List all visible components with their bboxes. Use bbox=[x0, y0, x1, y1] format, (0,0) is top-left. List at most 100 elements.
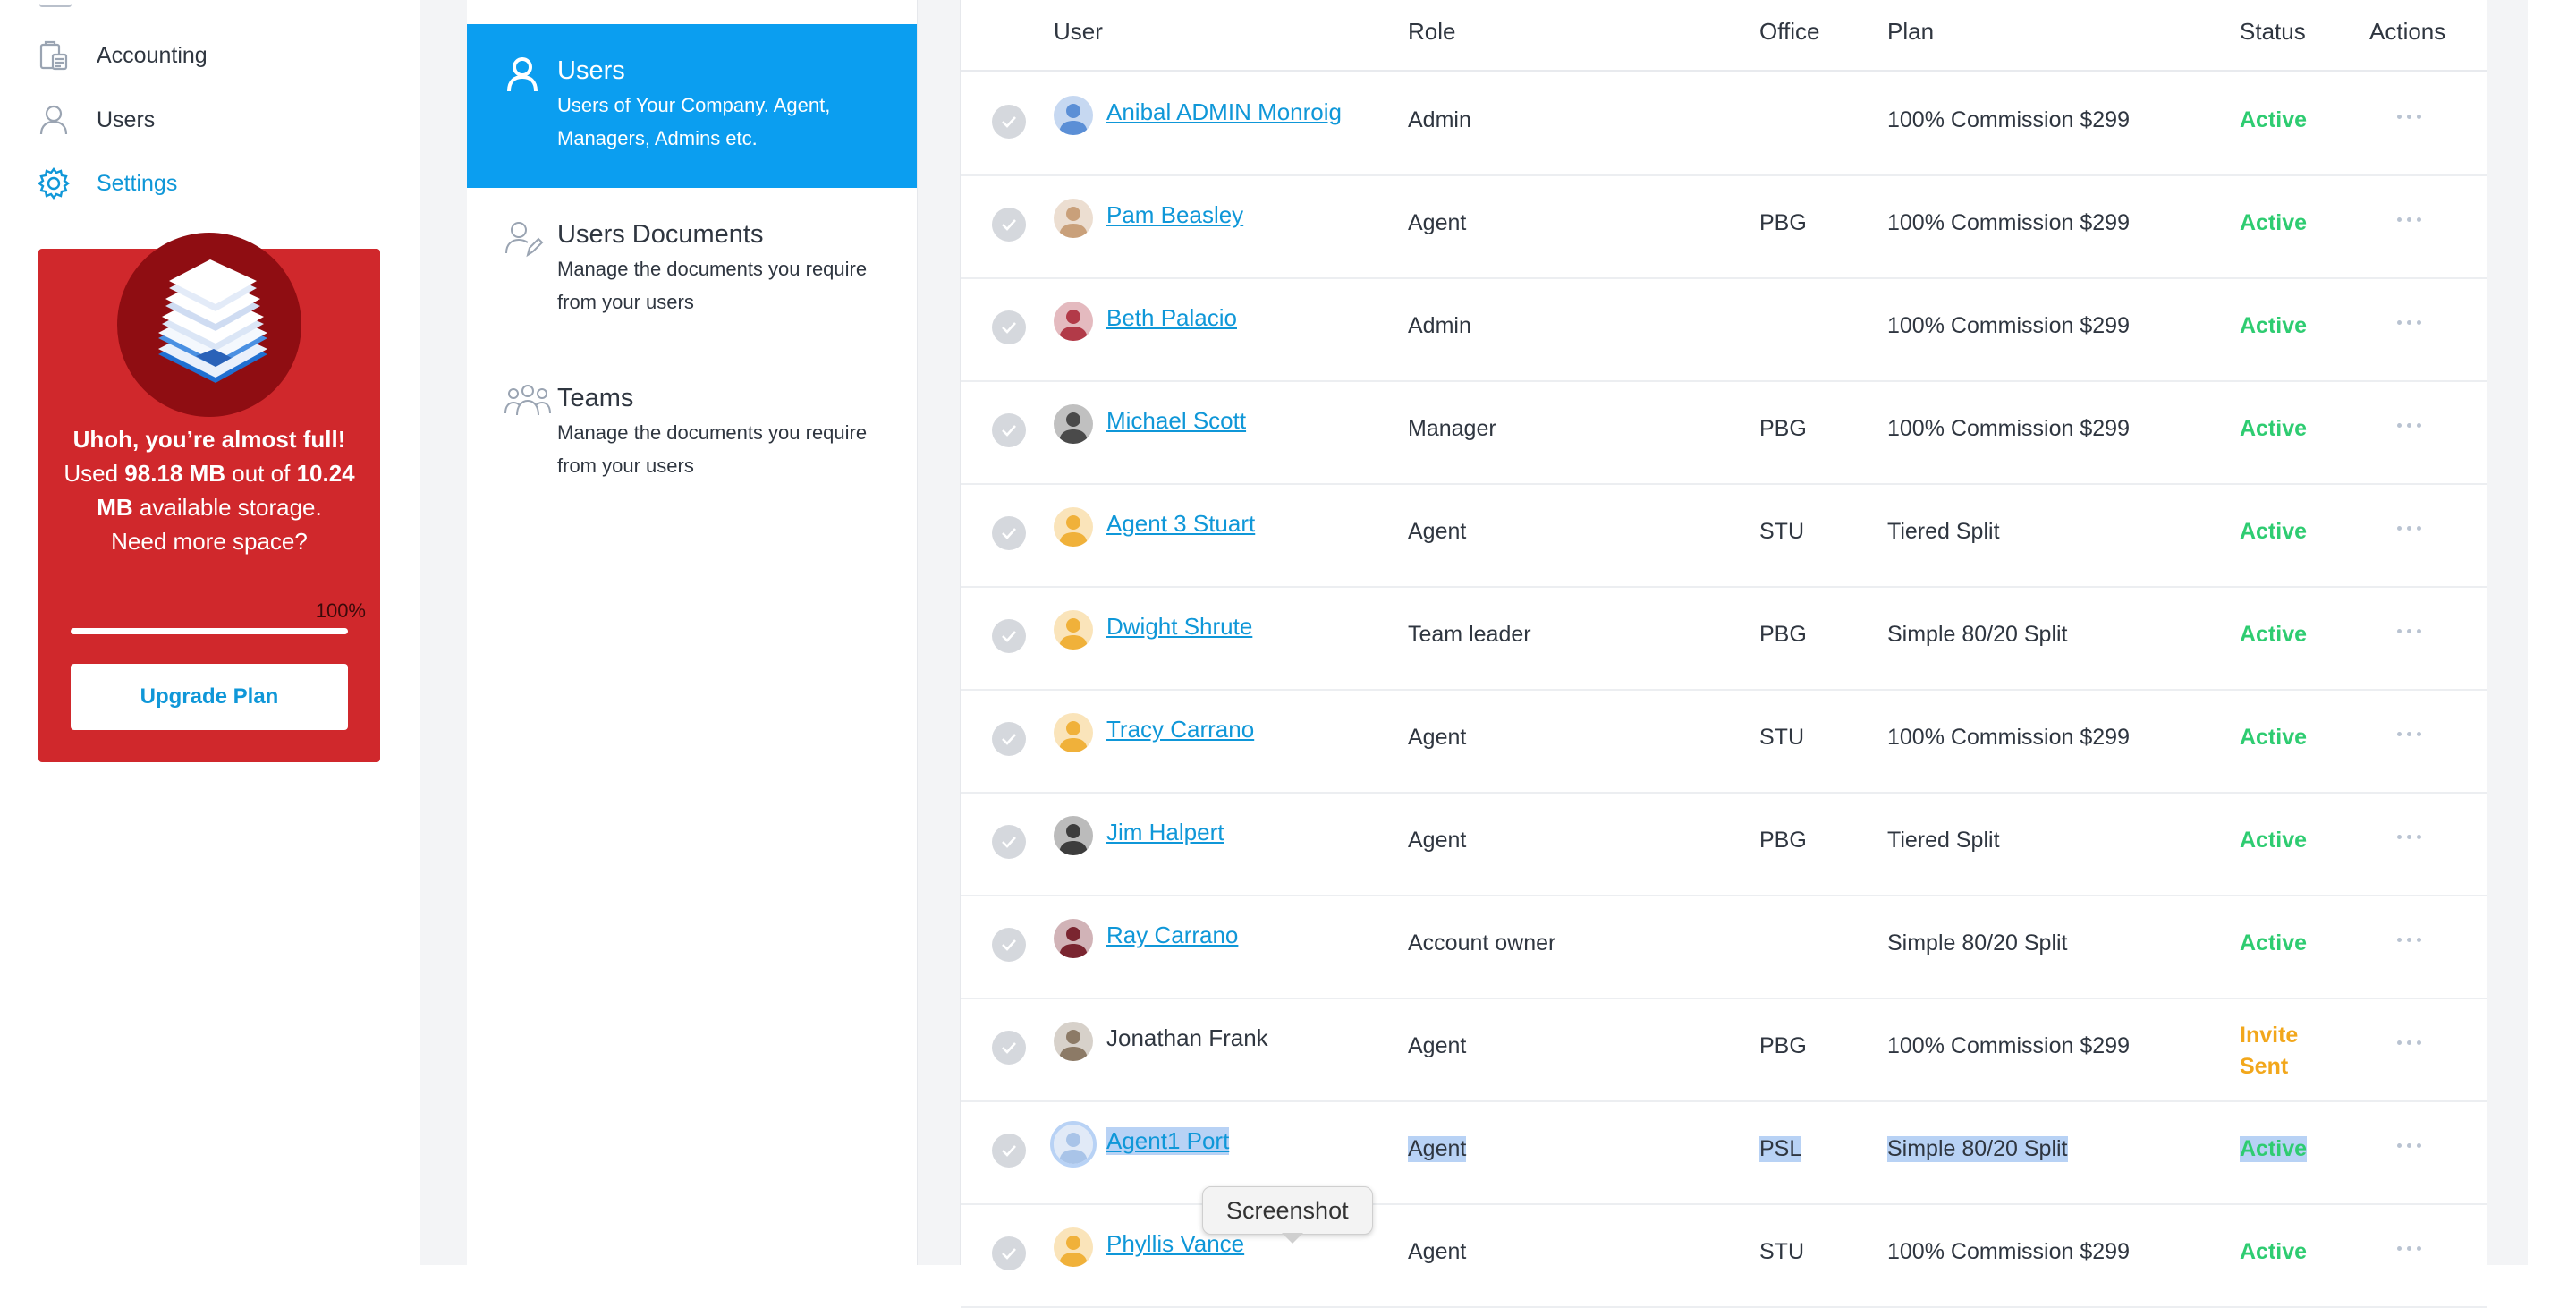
user-name-link: Jonathan Frank bbox=[1106, 1024, 1268, 1051]
user-plan: Tiered Split bbox=[1887, 519, 2000, 544]
status-badge: Active bbox=[2240, 416, 2308, 441]
more-actions-icon[interactable] bbox=[2397, 629, 2421, 633]
user-role: Agent bbox=[1408, 210, 1467, 235]
table-row[interactable]: Jim Halpert Agent PBG Tiered Split Active bbox=[961, 792, 2487, 896]
row-select-checkbox[interactable] bbox=[992, 310, 1026, 344]
user-office: PBG bbox=[1759, 622, 1807, 647]
table-row[interactable]: Beth Palacio Admin 100% Commission $299 Act… bbox=[961, 277, 2487, 382]
more-actions-icon[interactable] bbox=[2397, 526, 2421, 531]
table-row[interactable]: Jonathan Frank Agent PBG 100% Commission $2… bbox=[961, 998, 2487, 1102]
more-actions-icon[interactable] bbox=[2397, 115, 2421, 119]
settings-item-title: Teams bbox=[557, 384, 634, 412]
user-name-link[interactable]: Michael Scott bbox=[1106, 407, 1246, 435]
usage-prefix: Used bbox=[64, 460, 119, 487]
row-select-checkbox[interactable] bbox=[992, 1031, 1026, 1065]
avatar bbox=[1054, 404, 1093, 444]
column-header-office[interactable]: Office bbox=[1759, 18, 1819, 46]
more-actions-icon[interactable] bbox=[2397, 732, 2421, 736]
avatar bbox=[1054, 199, 1093, 238]
user-icon bbox=[36, 102, 72, 138]
team-icon bbox=[504, 383, 551, 422]
user-name-link[interactable]: Agent1 Port bbox=[1106, 1127, 1230, 1155]
user-name-link[interactable]: Beth Palacio bbox=[1106, 304, 1237, 332]
used-value: 98.18 MB bbox=[124, 460, 226, 487]
sidebar-item-label: Users bbox=[97, 106, 156, 132]
right-edge bbox=[2528, 0, 2576, 1265]
user-role: Admin bbox=[1408, 313, 1471, 338]
storage-progress-bar bbox=[71, 628, 348, 634]
user-office: PBG bbox=[1759, 210, 1807, 235]
more-actions-icon[interactable] bbox=[2397, 835, 2421, 839]
user-role: Team leader bbox=[1408, 622, 1531, 647]
user-name-link[interactable]: Jim Halpert bbox=[1106, 819, 1224, 846]
sidebar-item-accounting[interactable]: Accounting bbox=[36, 36, 208, 75]
table-row[interactable]: Michael Scott Manager PBG 100% Commission $… bbox=[961, 380, 2487, 485]
row-select-checkbox[interactable] bbox=[992, 413, 1026, 447]
sidebar: Accounting Users Settings Uhoh, you’re a… bbox=[0, 0, 420, 1265]
tooltip-arrow bbox=[1282, 1233, 1303, 1244]
user-role: Agent bbox=[1408, 1239, 1467, 1264]
user-icon bbox=[504, 55, 544, 95]
row-select-checkbox[interactable] bbox=[992, 619, 1026, 653]
column-header-role[interactable]: Role bbox=[1408, 18, 1455, 46]
sidebar-item-settings[interactable]: Settings bbox=[36, 164, 177, 203]
user-office: PBG bbox=[1759, 828, 1807, 853]
row-select-checkbox[interactable] bbox=[992, 105, 1026, 139]
status-badge: Active bbox=[2240, 1239, 2308, 1264]
storage-question: Need more space? bbox=[111, 528, 308, 555]
row-select-checkbox[interactable] bbox=[992, 1236, 1026, 1270]
nav-item-partial-icon bbox=[39, 0, 72, 7]
table-row[interactable]: Pam Beasley Agent PBG 100% Commission $299 A… bbox=[961, 174, 2487, 279]
row-select-checkbox[interactable] bbox=[992, 1134, 1026, 1168]
more-actions-icon[interactable] bbox=[2397, 1143, 2421, 1148]
sidebar-item-users[interactable]: Users bbox=[36, 100, 155, 140]
status-badge: Active bbox=[2240, 210, 2308, 235]
column-header-plan[interactable]: Plan bbox=[1887, 18, 1934, 46]
table-row[interactable]: Tracy Carrano Agent STU 100% Commission $29… bbox=[961, 689, 2487, 794]
usage-suffix: available storage. bbox=[139, 494, 322, 521]
storage-message: Uhoh, you’re almost full! Used 98.18 MB … bbox=[56, 422, 362, 558]
row-select-checkbox[interactable] bbox=[992, 516, 1026, 550]
status-badge: Active bbox=[2240, 1136, 2308, 1162]
more-actions-icon[interactable] bbox=[2397, 938, 2421, 942]
settings-item-teams[interactable]: Teams Manage the documents you require f… bbox=[467, 352, 917, 515]
user-name-link[interactable]: Pam Beasley bbox=[1106, 201, 1243, 229]
more-actions-icon[interactable] bbox=[2397, 320, 2421, 325]
avatar bbox=[1054, 610, 1093, 650]
avatar bbox=[1054, 1022, 1093, 1061]
status-badge: Active bbox=[2240, 622, 2308, 647]
table-row[interactable]: Anibal ADMIN Monroig Admin 100% Commission… bbox=[961, 72, 2487, 176]
upgrade-plan-button[interactable]: Upgrade Plan bbox=[71, 664, 348, 730]
user-name-link[interactable]: Agent 3 Stuart bbox=[1106, 510, 1255, 538]
table-row[interactable]: Dwight Shrute Team leader PBG Simple 80/20 … bbox=[961, 586, 2487, 691]
more-actions-icon[interactable] bbox=[2397, 217, 2421, 222]
storage-usage: Used 98.18 MB out of 10.24 MB available … bbox=[56, 456, 362, 524]
row-select-checkbox[interactable] bbox=[992, 722, 1026, 756]
user-name-link[interactable]: Anibal ADMIN Monroig bbox=[1106, 98, 1342, 126]
row-select-checkbox[interactable] bbox=[992, 825, 1026, 859]
document-stack-illustration bbox=[117, 233, 301, 417]
settings-item-users[interactable]: Users Users of Your Company. Agent, Mana… bbox=[467, 24, 917, 188]
gear-icon bbox=[36, 166, 72, 201]
column-header-user[interactable]: User bbox=[1054, 18, 1103, 46]
user-name-link[interactable]: Dwight Shrute bbox=[1106, 613, 1252, 641]
settings-item-users-documents[interactable]: Users Documents Manage the documents you… bbox=[467, 188, 917, 352]
table-row[interactable]: Agent1 Port Agent PSL Simple 80/20 Split Act… bbox=[961, 1100, 2487, 1205]
more-actions-icon[interactable] bbox=[2397, 423, 2421, 428]
avatar bbox=[1054, 1227, 1093, 1267]
row-select-checkbox[interactable] bbox=[992, 928, 1026, 962]
table-row[interactable]: Ray Carrano Account owner Simple 80/20 Spl… bbox=[961, 895, 2487, 999]
more-actions-icon[interactable] bbox=[2397, 1246, 2421, 1251]
row-select-checkbox[interactable] bbox=[992, 208, 1026, 242]
user-plan: Simple 80/20 Split bbox=[1887, 622, 2068, 647]
more-actions-icon[interactable] bbox=[2397, 1040, 2421, 1045]
user-name-link[interactable]: Ray Carrano bbox=[1106, 922, 1238, 949]
user-role: Admin bbox=[1408, 107, 1471, 132]
table-row[interactable]: Phyllis Vance Agent STU 100% Commission $29… bbox=[961, 1203, 2487, 1308]
table-row[interactable]: Agent 3 Stuart Agent STU Tiered Split Active bbox=[961, 483, 2487, 588]
settings-item-title: Users bbox=[557, 56, 625, 85]
user-name-link[interactable]: Tracy Carrano bbox=[1106, 716, 1254, 743]
avatar bbox=[1054, 713, 1093, 752]
column-header-status[interactable]: Status bbox=[2240, 18, 2306, 46]
user-plan: 100% Commission $299 bbox=[1887, 210, 2130, 235]
